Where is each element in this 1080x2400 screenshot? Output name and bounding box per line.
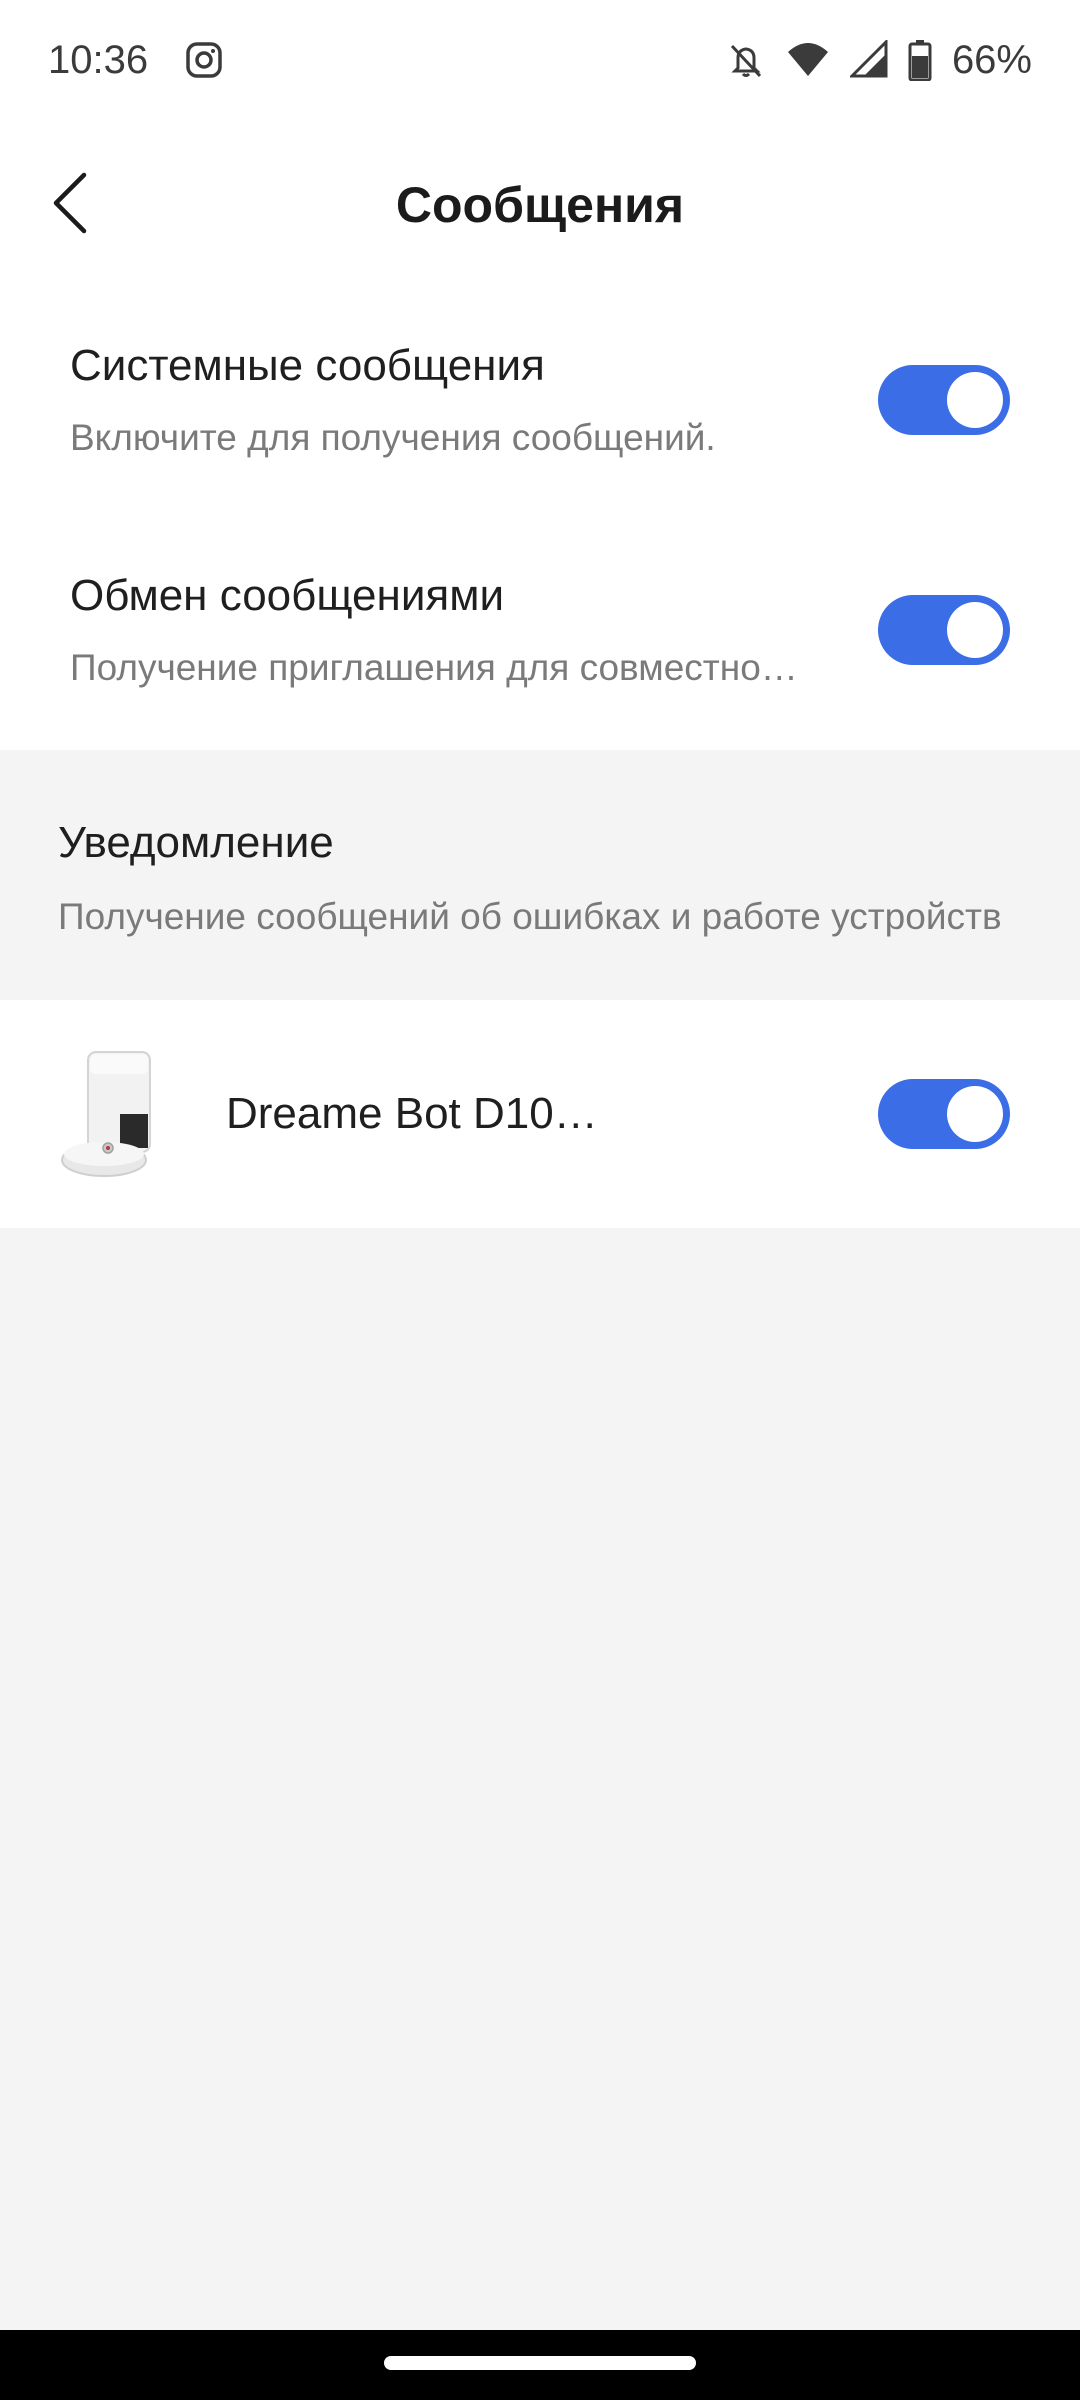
setting-description: Получение приглашения для совместного ис…: [70, 647, 810, 688]
status-icons: 66%: [726, 38, 1032, 83]
system-messages-toggle[interactable]: [878, 365, 1010, 435]
setting-title: Системные сообщения: [70, 341, 545, 390]
wifi-icon: [786, 40, 830, 80]
setting-title: Обмен сообщениями: [70, 571, 505, 620]
setting-description: Включите для получения сообщений.: [70, 417, 716, 458]
battery-percent: 66%: [951, 37, 1032, 82]
instagram-icon: [184, 40, 224, 80]
device-row: Dream­e Bot D10…: [0, 1000, 1080, 1228]
setting-text: Системные сообщения Включите для получен…: [70, 341, 878, 459]
notification-description: Получение сообщений об ошибках и работе …: [58, 896, 1002, 937]
back-button[interactable]: [30, 165, 110, 245]
battery-icon: [908, 39, 932, 81]
page-title: Сообщения: [395, 177, 685, 233]
notification-title: Уведомление: [58, 818, 334, 867]
device-notification-toggle[interactable]: [878, 1079, 1010, 1149]
status-time: 10:36: [48, 37, 149, 82]
navigation-bar: [0, 2330, 1080, 2400]
setting-system-messages: Системные сообщения Включите для получен…: [0, 290, 1080, 510]
signal-icon: [849, 40, 888, 80]
notification-section: Уведомление Получение сообщений об ошибк…: [0, 750, 1080, 1000]
toggle-knob: [947, 1086, 1003, 1142]
screen: 10:36 66% Сообщения Системные сообщения …: [0, 0, 1080, 2400]
bell-off-icon: [726, 40, 766, 80]
home-indicator[interactable]: [384, 2356, 696, 2370]
robot-vacuum-image: [58, 1044, 168, 1184]
device-name: Dream­e Bot D10…: [226, 1089, 598, 1138]
app-header: Сообщения: [0, 120, 1080, 290]
toggle-knob: [947, 602, 1003, 658]
toggle-knob: [947, 372, 1003, 428]
message-exchange-toggle[interactable]: [878, 595, 1010, 665]
setting-message-exchange: Обмен сообщениями Получение приглашения …: [0, 520, 1080, 740]
status-bar: 10:36 66%: [0, 0, 1080, 120]
settings-list: Системные сообщения Включите для получен…: [0, 290, 1080, 750]
chevron-left-icon: [48, 171, 92, 240]
setting-text: Обмен сообщениями Получение приглашения …: [70, 571, 878, 689]
